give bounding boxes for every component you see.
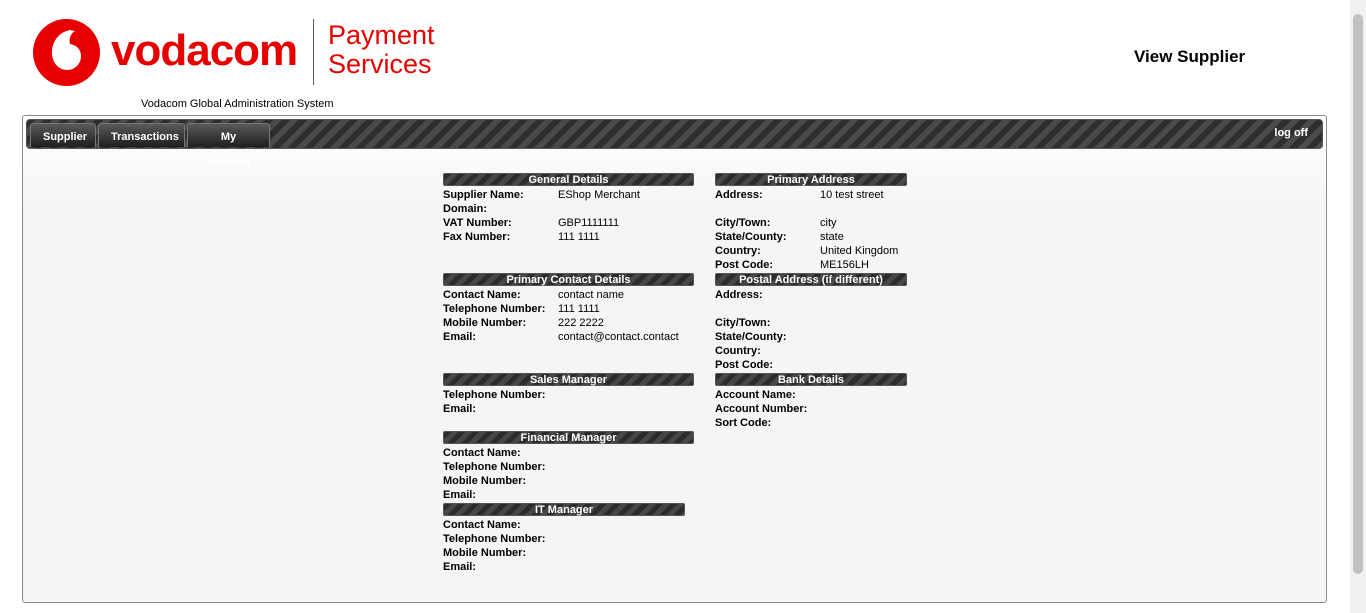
finance-email-label: Email: [443, 489, 477, 501]
telephone-value: 111 1111 [558, 303, 600, 315]
section-primary-address: Primary Address [715, 173, 907, 186]
finance-mobile-label: Mobile Number: [443, 475, 527, 487]
vodacom-speechmark-icon [33, 19, 100, 86]
mobile-label: Mobile Number: [443, 317, 527, 329]
tab-transactions[interactable]: Transactions [98, 123, 185, 147]
contact-name-value: contact name [558, 289, 625, 301]
postal-city-label: City/Town: [715, 317, 771, 329]
supplier-name-value: EShop Merchant [558, 189, 640, 201]
postal-post-code-label: Post Code: [715, 359, 774, 371]
section-primary-contact: Primary Contact Details [443, 273, 694, 286]
account-number-label: Account Number: [715, 403, 808, 415]
address-label: Address: [715, 189, 763, 201]
post-code-label: Post Code: [715, 259, 774, 271]
state-value: state [820, 231, 844, 243]
section-general-details: General Details [443, 173, 694, 186]
fax-number-value: 111 1111 [558, 231, 600, 243]
tab-supplier[interactable]: Supplier [30, 123, 96, 147]
postal-state-label: State/County: [715, 331, 787, 343]
fax-number-label: Fax Number: [443, 231, 511, 243]
scrollbar-thumb[interactable] [1353, 14, 1363, 574]
telephone-label: Telephone Number: [443, 303, 546, 315]
it-telephone-label: Telephone Number: [443, 533, 546, 545]
nav-bar: Supplier Transactions My Account log off [26, 119, 1323, 169]
state-label: State/County: [715, 231, 787, 243]
section-bank-details: Bank Details [715, 373, 907, 386]
sort-code-label: Sort Code: [715, 417, 772, 429]
domain-label: Domain: [443, 203, 487, 215]
brand-wordmark: vodacom [111, 26, 298, 75]
product-name: Payment Services [328, 21, 435, 79]
vertical-scrollbar[interactable] [1350, 0, 1366, 613]
postal-country-label: Country: [715, 345, 761, 357]
product-line-1: Payment [328, 20, 435, 50]
city-value: city [820, 217, 837, 229]
account-name-label: Account Name: [715, 389, 796, 401]
it-mobile-label: Mobile Number: [443, 547, 527, 559]
section-sales-manager: Sales Manager [443, 373, 694, 386]
main-panel: Supplier Transactions My Account log off [22, 115, 1327, 603]
finance-contact-name-label: Contact Name: [443, 447, 521, 459]
system-name: Vodacom Global Administration System [141, 98, 334, 110]
address-value: 10 test street [820, 189, 884, 201]
section-financial-manager: Financial Manager [443, 431, 694, 444]
vat-number-value: GBP1111111 [558, 217, 620, 229]
mobile-value: 222 2222 [558, 317, 604, 329]
email-label: Email: [443, 331, 477, 343]
section-it-manager: IT Manager [443, 503, 685, 516]
postal-address-label: Address: [715, 289, 763, 301]
section-postal-address: Postal Address (if different) [715, 273, 907, 286]
logo-divider [313, 19, 314, 85]
vat-number-label: VAT Number: [443, 217, 512, 229]
it-contact-name-label: Contact Name: [443, 519, 521, 531]
city-label: City/Town: [715, 217, 771, 229]
logoff-link[interactable]: log off [1274, 127, 1308, 139]
product-line-2: Services [328, 49, 432, 79]
it-email-label: Email: [443, 561, 477, 573]
tab-my-account[interactable]: My Account [187, 123, 270, 169]
post-code-value: ME156LH [820, 259, 869, 271]
page-title: View Supplier [1134, 47, 1246, 66]
supplier-name-label: Supplier Name: [443, 189, 524, 201]
email-value: contact@contact.contact [558, 331, 679, 343]
contact-name-label: Contact Name: [443, 289, 521, 301]
sales-telephone-label: Telephone Number: [443, 389, 546, 401]
country-label: Country: [715, 245, 761, 257]
sales-email-label: Email: [443, 403, 477, 415]
finance-telephone-label: Telephone Number: [443, 461, 546, 473]
vodacom-payment-services-logo: vodacom Payment Services [33, 19, 435, 87]
country-value: United Kingdom [820, 245, 899, 257]
